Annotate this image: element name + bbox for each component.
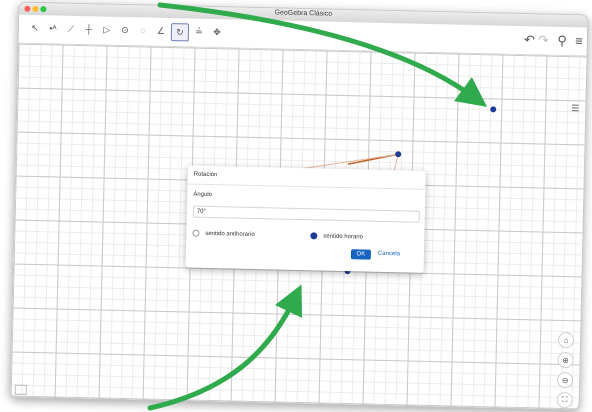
- dialog-title: Rotación: [193, 171, 218, 179]
- move-view-icon[interactable]: ✥: [209, 24, 225, 40]
- point-icon[interactable]: •ᴬ: [45, 20, 61, 36]
- search-icon[interactable]: ⚲: [557, 33, 567, 49]
- line-icon[interactable]: ⟋: [63, 21, 79, 37]
- geogebra-window: GeoGebra Clásico ↖ •ᴬ ⟋ ┼ ▷ ⊙ ◌ ∠ ↻ ≟ ✥ …: [9, 1, 589, 411]
- circle-three-points-icon[interactable]: ◌: [135, 22, 151, 38]
- undo-icon[interactable]: ↶: [524, 32, 535, 48]
- radio-clockwise-label: sentido horario: [323, 233, 364, 240]
- polygon-icon[interactable]: ▷: [99, 21, 115, 37]
- radio-counterclockwise[interactable]: sentido antihorario: [192, 229, 255, 238]
- radio-counterclockwise-label: sentido antihorario: [205, 230, 255, 238]
- rotation-dialog: Rotación Ángulo 70° sentido antihorario …: [185, 165, 426, 273]
- radio-counterclockwise-icon[interactable]: [192, 229, 200, 237]
- ok-button[interactable]: OK: [350, 249, 372, 260]
- point-a[interactable]: [490, 106, 497, 113]
- circle-icon[interactable]: ⊙: [117, 22, 133, 38]
- radio-clockwise[interactable]: sentido horario: [310, 232, 363, 240]
- cancel-button[interactable]: Cancela: [378, 251, 400, 257]
- slider-icon[interactable]: ≟: [191, 24, 207, 40]
- dialog-divider: [187, 183, 426, 190]
- angle-input[interactable]: 70°: [192, 205, 420, 223]
- rotate-icon[interactable]: ↻: [170, 23, 190, 42]
- menu-icon[interactable]: ≡: [575, 33, 583, 48]
- radio-clockwise-icon[interactable]: [310, 232, 318, 240]
- keyboard-icon[interactable]: [14, 384, 27, 395]
- redo-icon[interactable]: ↷: [538, 32, 549, 48]
- angle-label: Ángulo: [193, 191, 212, 199]
- angle-icon[interactable]: ∠: [153, 23, 169, 39]
- perpendicular-icon[interactable]: ┼: [81, 21, 97, 37]
- graphics-view[interactable]: ☰ Rotación Ángulo 70° sentido antihorari…: [10, 43, 587, 410]
- move-icon[interactable]: ↖: [27, 20, 43, 36]
